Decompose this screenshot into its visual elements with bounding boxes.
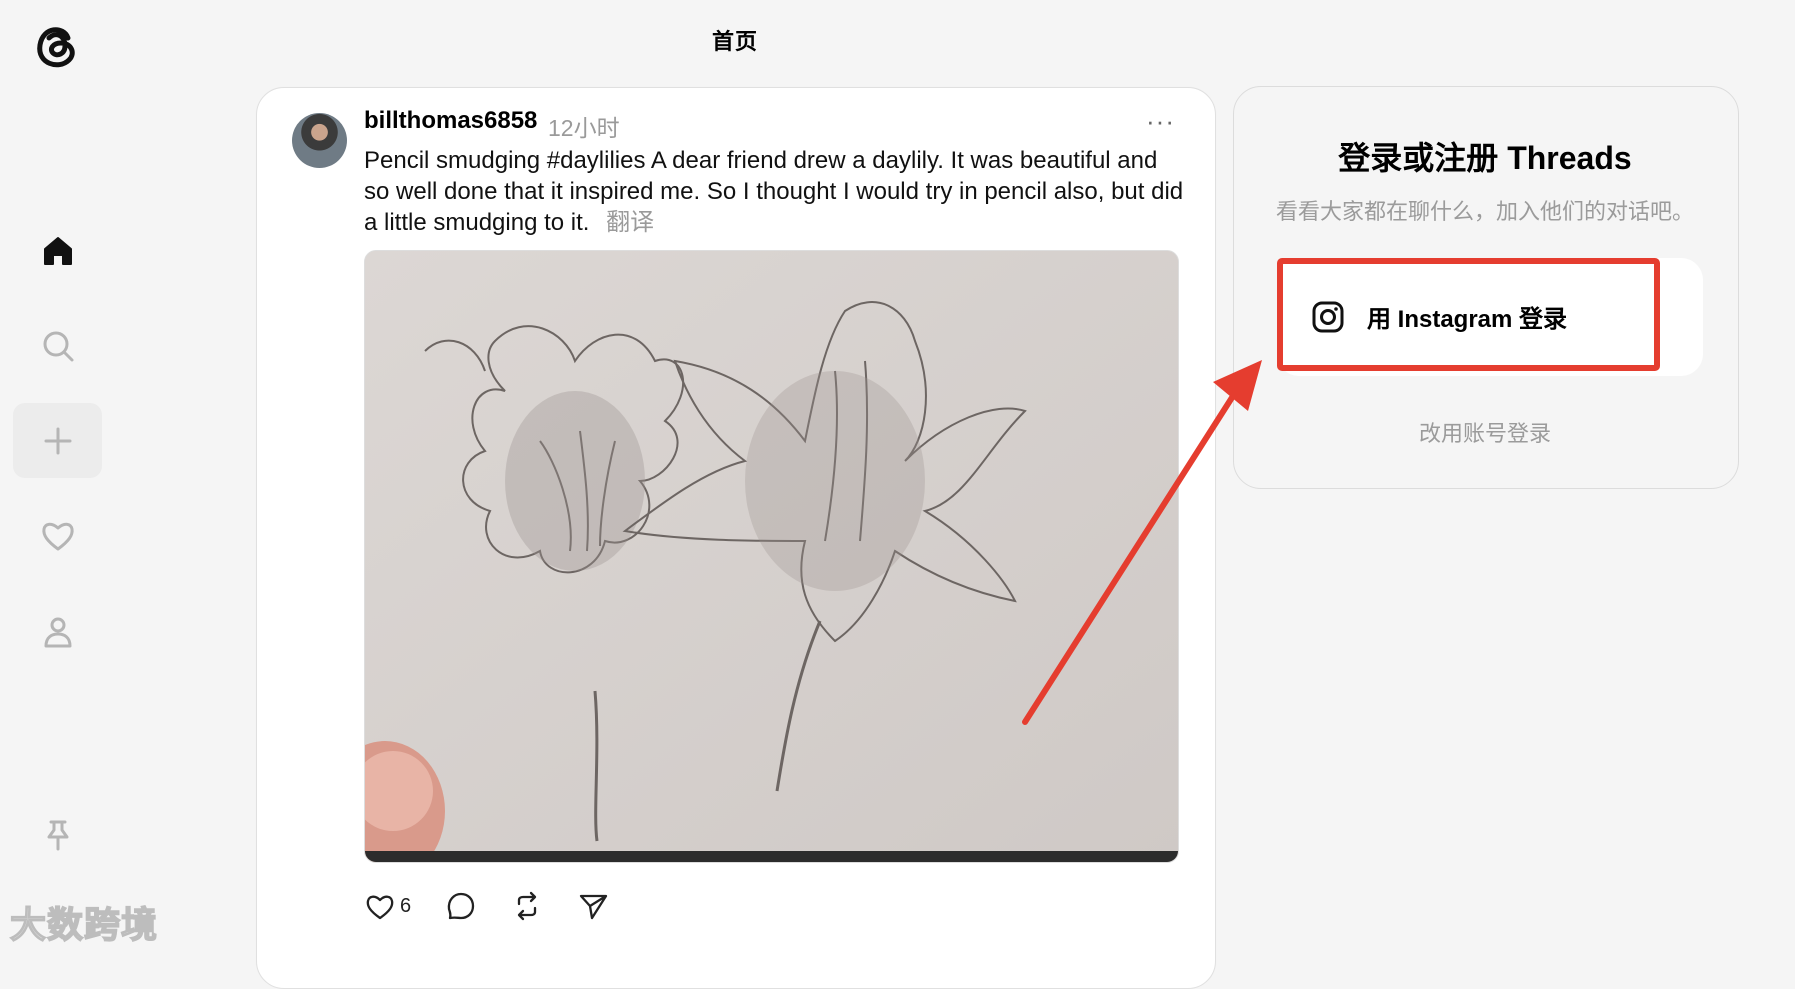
plus-icon bbox=[44, 427, 71, 454]
person-icon bbox=[44, 617, 71, 647]
like-count: 6 bbox=[400, 894, 412, 917]
repost-icon bbox=[517, 891, 537, 921]
post-body: Pencil smudging #daylilies A dear friend… bbox=[364, 147, 1184, 236]
post-image[interactable] bbox=[364, 250, 1179, 863]
nav-activity[interactable] bbox=[13, 498, 102, 573]
instagram-login-label: 用 Instagram 登录 bbox=[1367, 306, 1568, 333]
watermark: 大数跨境 bbox=[9, 903, 159, 946]
reply-button[interactable] bbox=[445, 890, 477, 922]
search-icon bbox=[43, 331, 73, 361]
page-title: 首页 bbox=[711, 29, 758, 54]
post-username[interactable]: billthomas6858 bbox=[364, 107, 537, 135]
share-button[interactable] bbox=[577, 890, 609, 922]
nav-search[interactable] bbox=[13, 308, 102, 383]
more-options-button[interactable]: ··· bbox=[1146, 106, 1175, 137]
login-subtitle: 看看大家都在聊什么，加入他们的对话吧。 bbox=[1275, 199, 1694, 224]
nav-home[interactable] bbox=[13, 213, 102, 288]
translate-link[interactable]: 翻译 bbox=[606, 209, 654, 236]
login-title: 登录或注册 Threads bbox=[1338, 140, 1632, 176]
send-icon bbox=[579, 894, 608, 920]
account-login-link[interactable]: 改用账号登录 bbox=[1233, 416, 1737, 448]
post-text: Pencil smudging #daylilies A dear friend… bbox=[364, 145, 1184, 238]
avatar[interactable] bbox=[292, 113, 347, 168]
home-icon bbox=[43, 236, 72, 265]
flower-sketch-image bbox=[365, 251, 1178, 862]
instagram-icon bbox=[1312, 301, 1344, 332]
heart-icon bbox=[41, 522, 74, 550]
comment-icon bbox=[447, 892, 475, 920]
post-actions: 6 bbox=[364, 888, 643, 924]
nav-create[interactable] bbox=[13, 403, 102, 478]
repost-button[interactable] bbox=[511, 890, 543, 922]
pin-icon bbox=[47, 820, 68, 850]
post-timestamp: 12小时 bbox=[548, 115, 620, 141]
like-button[interactable]: 6 bbox=[364, 890, 411, 922]
nav-pinned[interactable] bbox=[13, 797, 102, 872]
heart-icon bbox=[366, 895, 394, 920]
nav-profile[interactable] bbox=[13, 594, 102, 669]
instagram-login-content[interactable]: 用 Instagram 登录 bbox=[1311, 299, 1567, 334]
